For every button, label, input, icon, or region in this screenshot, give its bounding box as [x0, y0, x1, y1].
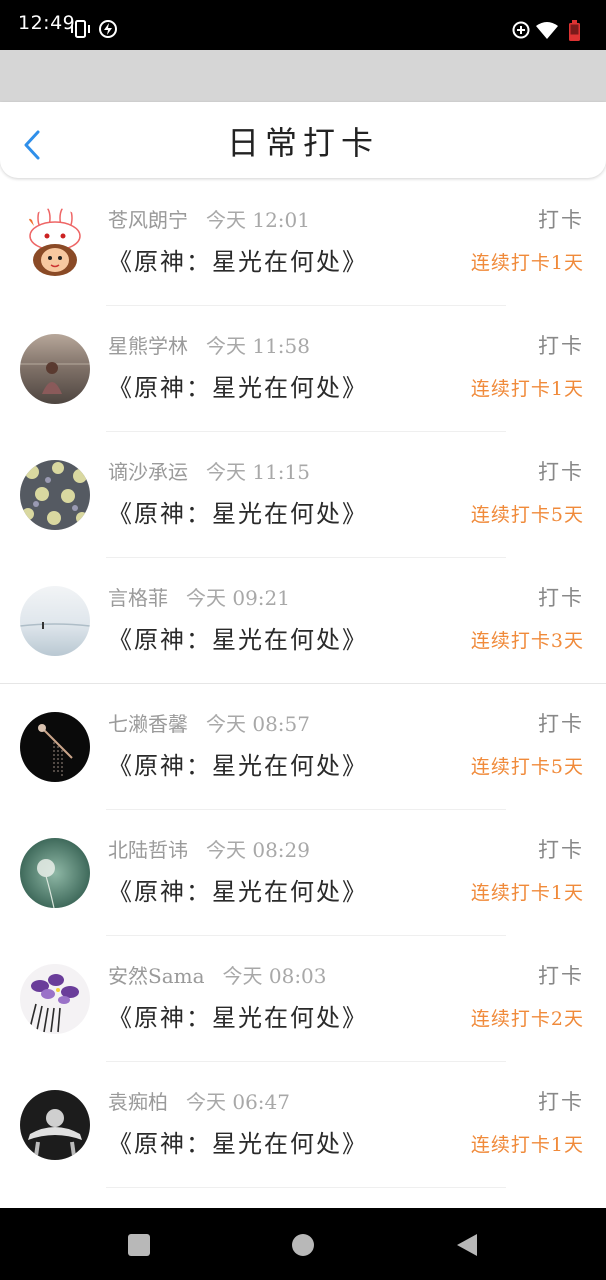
page-title: 日常打卡	[226, 124, 379, 162]
user-name-text: 七濑香馨	[108, 712, 188, 736]
user-name: 苍风朗宁 今天 12:01	[108, 204, 310, 233]
book-title: 《原神：星光在何处》	[108, 626, 368, 654]
book-title: 《原神：星光在何处》	[108, 752, 368, 780]
checkin-time: 今天 12:01	[206, 208, 310, 232]
status-left-icons	[71, 20, 117, 38]
list-item[interactable]: 谪沙承运 今天 11:15 《原神：星光在何处》 打卡 连续打卡5天	[0, 432, 606, 558]
checkin-label: 打卡	[538, 838, 584, 862]
streak-label: 连续打卡3天	[470, 630, 584, 652]
checkin-time: 今天 11:15	[206, 460, 310, 484]
book-title: 《原神：星光在何处》	[108, 374, 368, 402]
system-nav-bar	[0, 1208, 606, 1280]
list-item[interactable]: 袁痴柏 今天 06:47 《原神：星光在何处》 打卡 连续打卡1天	[0, 1062, 606, 1188]
divider	[106, 1187, 506, 1188]
checkin-time: 今天 08:29	[206, 838, 310, 862]
battery-low-icon	[569, 20, 580, 41]
book-title: 《原神：星光在何处》	[108, 878, 368, 906]
list-item[interactable]: 七濑香馨 今天 08:57 《原神：星光在何处》 打卡 连续打卡5天	[0, 684, 606, 810]
user-name: 言格菲 今天 09:21	[108, 582, 290, 611]
user-name: 北陆哲讳 今天 08:29	[108, 834, 310, 863]
toolbar-shadow-band	[0, 50, 606, 102]
recents-square-icon	[128, 1234, 150, 1256]
data-saver-icon	[512, 21, 530, 39]
user-name-text: 北陆哲讳	[108, 838, 188, 862]
checkin-label: 打卡	[538, 1090, 584, 1114]
user-name: 星熊学林 今天 11:58	[108, 330, 310, 359]
checkin-time: 今天 08:57	[206, 712, 310, 736]
user-name-text: 苍风朗宁	[108, 208, 188, 232]
user-name: 谪沙承运 今天 11:15	[108, 456, 310, 485]
list-item[interactable]: 安然Sama 今天 08:03 《原神：星光在何处》 打卡 连续打卡2天	[0, 936, 606, 1062]
avatar[interactable]	[20, 460, 90, 530]
recents-button[interactable]	[124, 1230, 154, 1260]
book-title: 《原神：星光在何处》	[108, 248, 368, 276]
list-item[interactable]: 苍风朗宁 今天 12:01 《原神：星光在何处》 打卡 连续打卡1天	[0, 180, 606, 306]
avatar[interactable]	[20, 838, 90, 908]
book-title: 《原神：星光在何处》	[108, 1130, 368, 1158]
avatar[interactable]	[20, 334, 90, 404]
checkin-label: 打卡	[538, 208, 584, 232]
checkin-time: 今天 06:47	[186, 1090, 290, 1114]
streak-label: 连续打卡1天	[470, 378, 584, 400]
user-name-text: 袁痴柏	[108, 1090, 168, 1114]
avatar[interactable]	[20, 964, 90, 1034]
status-time: 12:49	[18, 12, 76, 34]
checkin-label: 打卡	[538, 334, 584, 358]
status-right-icons	[512, 20, 580, 41]
streak-label: 连续打卡2天	[470, 1008, 584, 1030]
home-button[interactable]	[288, 1230, 318, 1260]
vibrate-icon	[71, 20, 90, 38]
user-name-text: 言格菲	[108, 586, 168, 610]
checkin-time: 今天 11:58	[206, 334, 310, 358]
book-title: 《原神：星光在何处》	[108, 500, 368, 528]
list-item[interactable]: 星熊学林 今天 11:58 《原神：星光在何处》 打卡 连续打卡1天	[0, 306, 606, 432]
charging-icon	[99, 20, 117, 38]
user-name: 安然Sama 今天 08:03	[108, 960, 327, 989]
streak-label: 连续打卡1天	[470, 882, 584, 904]
checkin-label: 打卡	[538, 586, 584, 610]
checkin-label: 打卡	[538, 460, 584, 484]
list-item[interactable]: 言格菲 今天 09:21 《原神：星光在何处》 打卡 连续打卡3天	[0, 558, 606, 684]
user-name-text: 谪沙承运	[108, 460, 188, 484]
checkin-label: 打卡	[538, 712, 584, 736]
nav-back-button[interactable]	[452, 1230, 482, 1260]
book-title: 《原神：星光在何处》	[108, 1004, 368, 1032]
streak-label: 连续打卡1天	[470, 1134, 584, 1156]
status-bar: 12:49	[0, 0, 606, 50]
back-triangle-icon	[457, 1234, 477, 1256]
user-name: 七濑香馨 今天 08:57	[108, 708, 310, 737]
streak-label: 连续打卡5天	[470, 756, 584, 778]
avatar[interactable]	[20, 1090, 90, 1160]
wifi-icon	[536, 22, 558, 39]
streak-label: 连续打卡5天	[470, 504, 584, 526]
app-header: 日常打卡	[0, 102, 606, 178]
streak-label: 连续打卡1天	[470, 252, 584, 274]
avatar[interactable]	[20, 208, 90, 278]
checkin-label: 打卡	[538, 964, 584, 988]
checkin-list: 苍风朗宁 今天 12:01 《原神：星光在何处》 打卡 连续打卡1天 星熊学林 今天…	[0, 180, 606, 1188]
user-name: 袁痴柏 今天 06:47	[108, 1086, 290, 1115]
checkin-time: 今天 09:21	[186, 586, 290, 610]
checkin-time: 今天 08:03	[222, 964, 327, 988]
avatar[interactable]	[20, 586, 90, 656]
home-circle-icon	[292, 1234, 314, 1256]
list-item[interactable]: 北陆哲讳 今天 08:29 《原神：星光在何处》 打卡 连续打卡1天	[0, 810, 606, 936]
avatar[interactable]	[20, 712, 90, 782]
user-name-text: 星熊学林	[108, 334, 188, 358]
user-name-text: 安然Sama	[108, 964, 205, 988]
